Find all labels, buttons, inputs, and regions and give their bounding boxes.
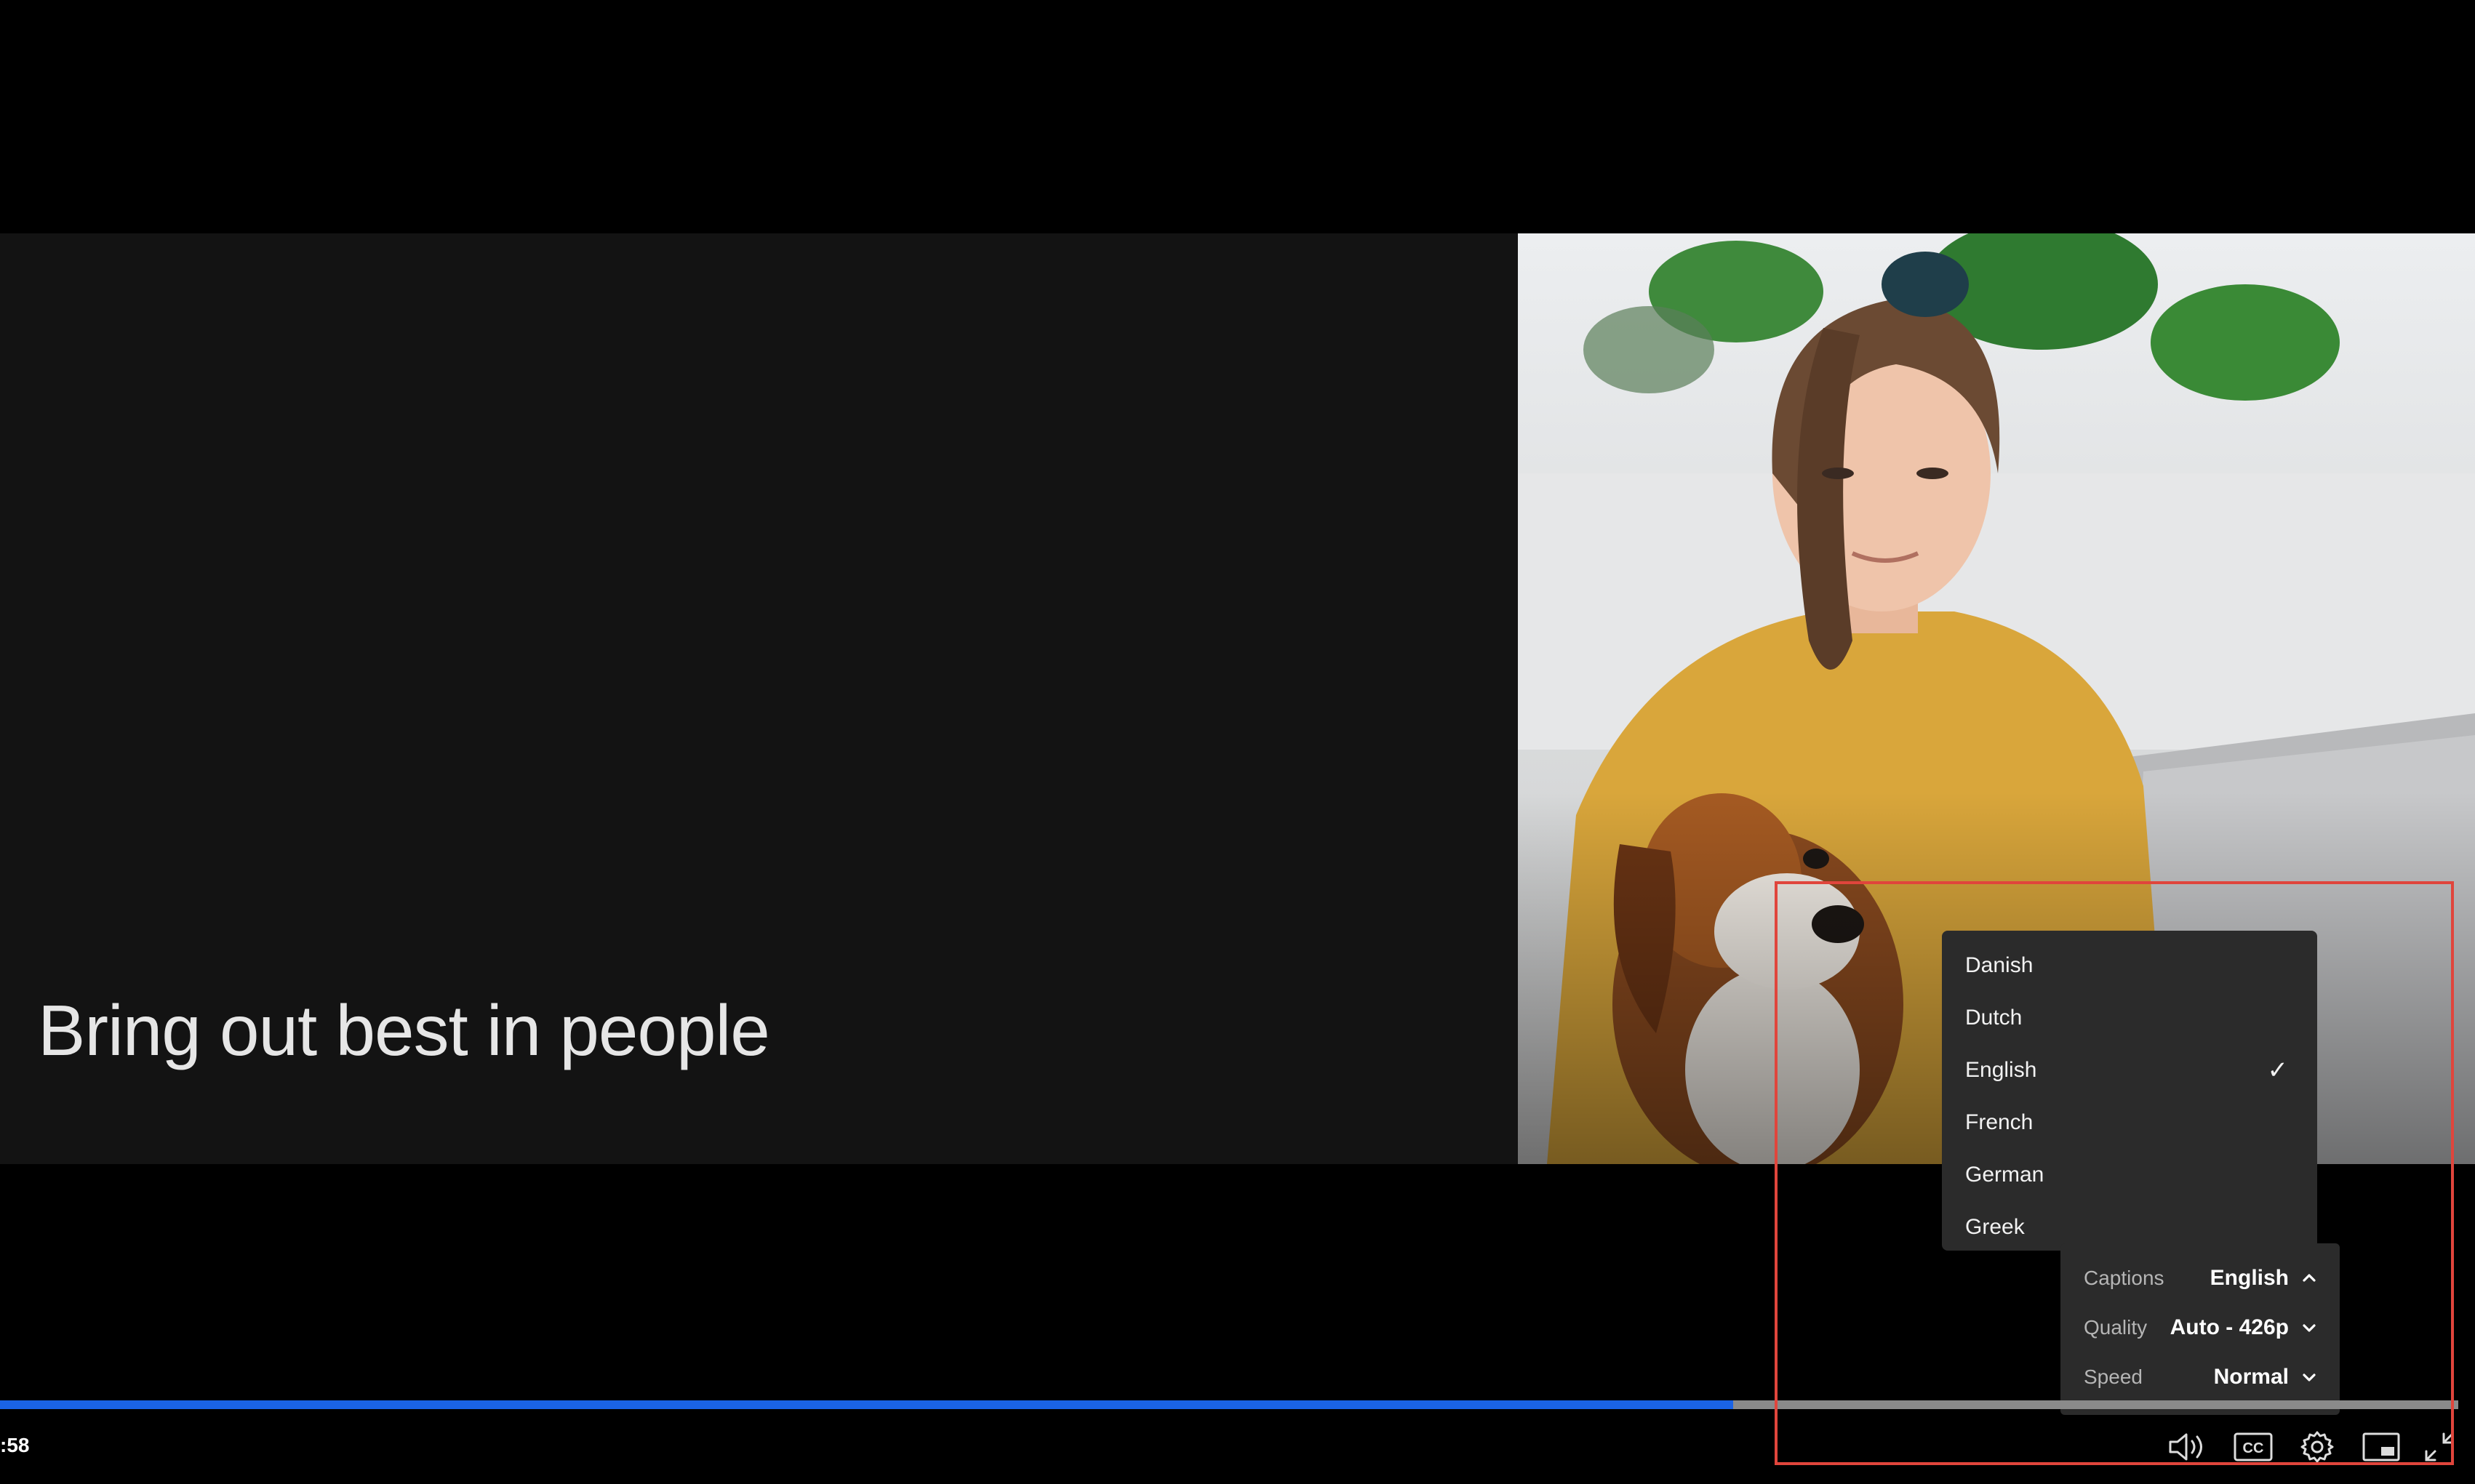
picture-in-picture-icon <box>2362 1432 2400 1461</box>
language-option-label: Dutch <box>1965 1006 2023 1030</box>
language-option-label: English <box>1965 1058 2037 1082</box>
speed-setting[interactable]: Speed Normal <box>2060 1352 2340 1402</box>
chevron-up-icon <box>2303 1274 2316 1282</box>
language-option-danish[interactable]: Danish <box>1942 939 2317 992</box>
language-option-dutch[interactable]: Dutch <box>1942 992 2317 1044</box>
caption-language-menu: Danish Dutch English ✓ French German Gre… <box>1942 931 2317 1251</box>
speed-label: Speed <box>2084 1365 2143 1388</box>
language-option-label: French <box>1965 1110 2034 1134</box>
captions-value: English <box>2210 1266 2289 1290</box>
chevron-down-icon <box>2303 1373 2316 1381</box>
progress-fill <box>0 1400 1733 1409</box>
settings-button[interactable] <box>2294 1425 2340 1469</box>
captions-button[interactable]: CC <box>2230 1425 2276 1469</box>
chevron-down-icon <box>2303 1324 2316 1332</box>
captions-setting[interactable]: Captions English <box>2060 1254 2340 1303</box>
picture-in-picture-button[interactable] <box>2358 1425 2404 1469</box>
checkmark-icon: ✓ <box>2267 1056 2289 1084</box>
slide-title: Bring out best in people <box>38 990 770 1070</box>
volume-icon <box>2169 1433 2202 1461</box>
language-option-german[interactable]: German <box>1942 1149 2317 1201</box>
volume-button[interactable] <box>2166 1425 2212 1469</box>
quality-value: Auto - 426p <box>2170 1315 2289 1339</box>
settings-gear-icon <box>2300 1431 2334 1463</box>
progress-bar[interactable] <box>0 1400 2458 1409</box>
language-option-label: German <box>1965 1163 2044 1187</box>
cc-label: CC <box>2243 1440 2264 1456</box>
quality-setting[interactable]: Quality Auto - 426p <box>2060 1303 2340 1352</box>
video-player[interactable]: Bring out best in people Danish Dutch En… <box>0 0 2475 1484</box>
captions-label: Captions <box>2084 1267 2164 1289</box>
language-option-label: Greek <box>1965 1215 2025 1239</box>
language-option-english[interactable]: English ✓ <box>1942 1044 2317 1096</box>
language-option-label: Danish <box>1965 953 2034 977</box>
closed-captions-icon: CC <box>2234 1432 2273 1461</box>
speed-value: Normal <box>2213 1365 2289 1389</box>
quality-label: Quality <box>2084 1316 2148 1339</box>
current-time: :58 <box>0 1434 30 1456</box>
exit-fullscreen-button[interactable] <box>2416 1425 2463 1469</box>
exit-fullscreen-icon <box>2425 1432 2454 1461</box>
settings-panel: Captions English Quality Auto - 426p Spe… <box>2060 1243 2340 1415</box>
language-option-french[interactable]: French <box>1942 1096 2317 1149</box>
